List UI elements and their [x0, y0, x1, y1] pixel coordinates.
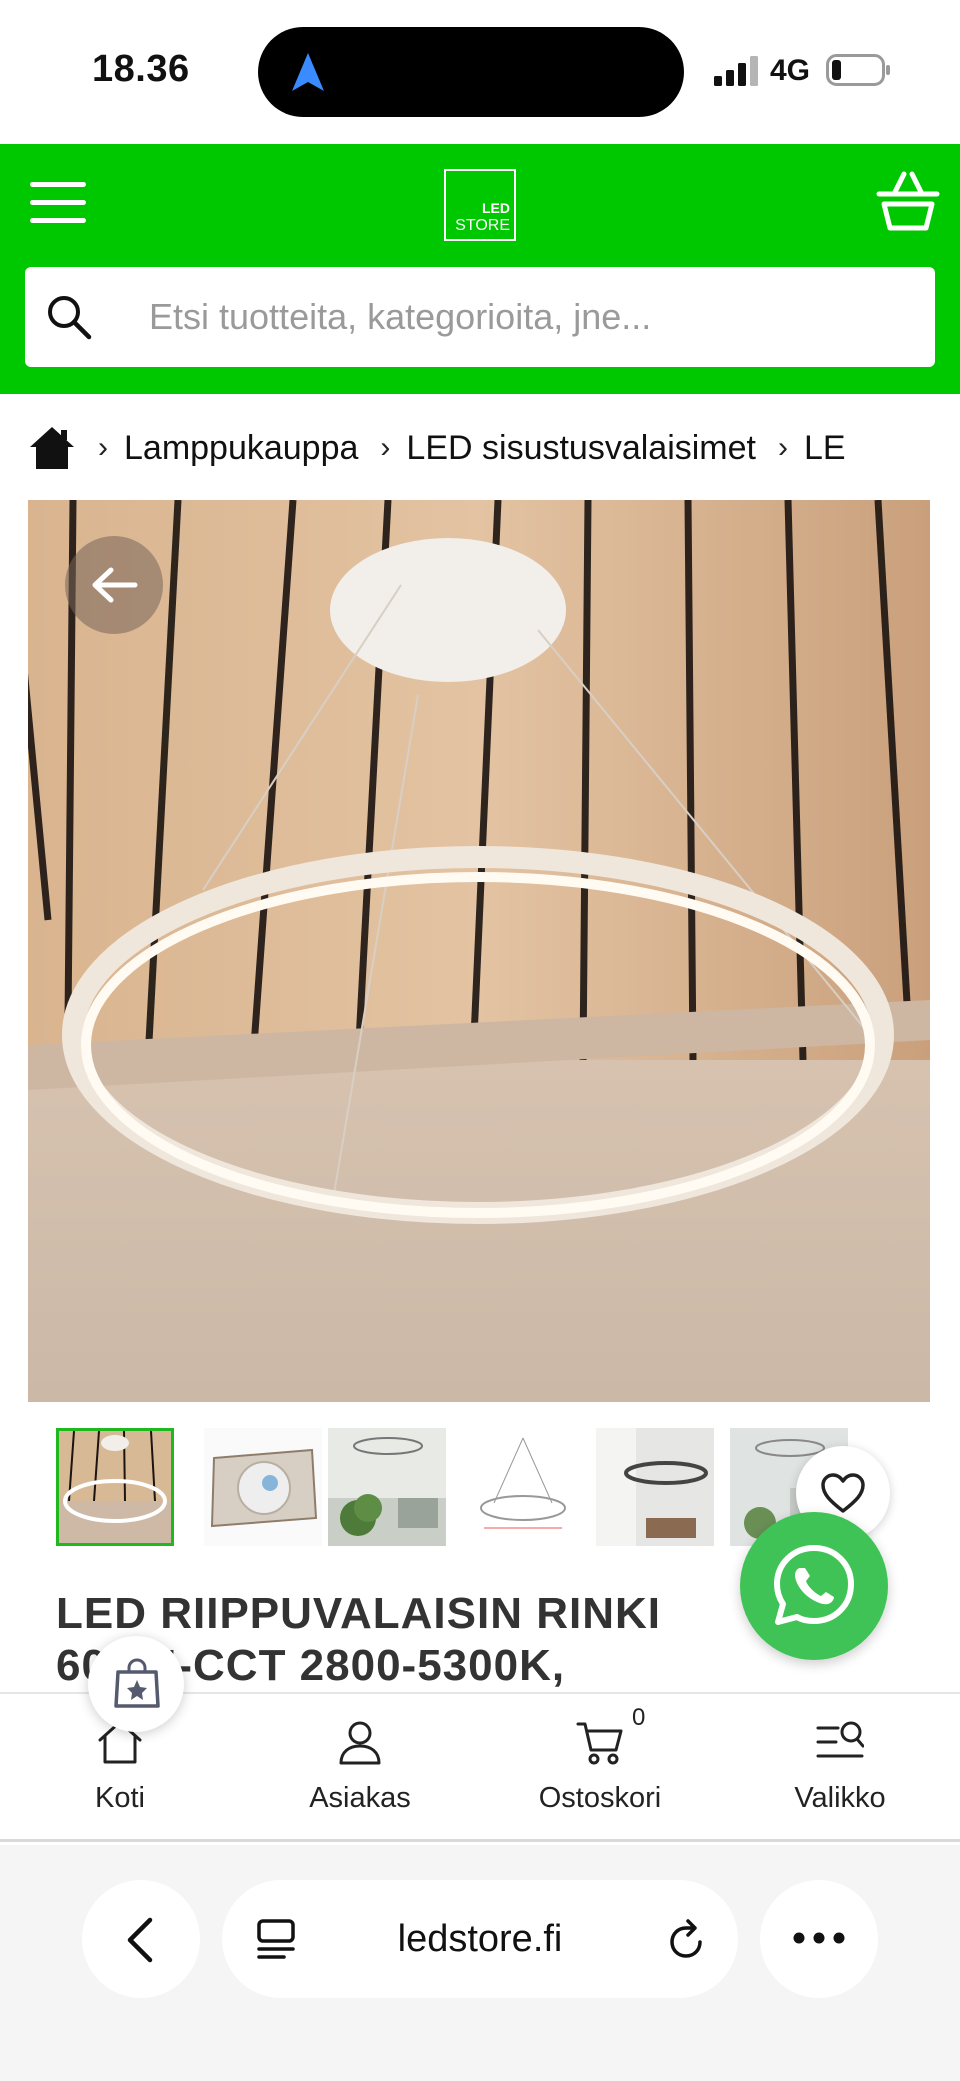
search-icon[interactable] [45, 293, 93, 341]
user-icon [339, 1721, 381, 1765]
thumbnail-3[interactable] [328, 1428, 446, 1546]
shopping-bag-icon [114, 1658, 160, 1708]
battery-icon [826, 54, 890, 86]
cart-count-badge: 0 [632, 1704, 646, 1731]
more-dots-icon [793, 1932, 845, 1944]
image-back-button[interactable] [65, 536, 163, 634]
browser-more-button[interactable] [760, 1880, 878, 1998]
thumbnail-2[interactable] [204, 1428, 322, 1546]
nav-label-asiakas: Asiakas [309, 1782, 411, 1814]
nav-label-koti: Koti [95, 1782, 145, 1814]
product-main-image[interactable] [28, 500, 930, 1402]
menu-icon[interactable] [30, 180, 86, 226]
dynamic-island [258, 27, 684, 117]
thumbnail-5[interactable] [596, 1428, 714, 1546]
search-box [25, 267, 935, 367]
nav-item-ostoskori[interactable]: 0 Ostoskori [480, 1694, 720, 1844]
browser-back-button[interactable] [82, 1880, 200, 1998]
arrow-left-icon [92, 567, 138, 603]
product-title-line-1: LED RIIPPUVALAISIN RINKI [56, 1589, 662, 1638]
network-label: 4G [770, 54, 811, 87]
search-input[interactable] [149, 267, 909, 367]
page: 18.36 4G LED STORE Etsi tuotteita, kateg… [0, 0, 960, 2081]
breadcrumb: › Lamppukauppa › LED sisustusvalaisimet … [28, 420, 960, 476]
menu-search-icon [816, 1721, 864, 1758]
logo-text-led: LED [482, 200, 510, 216]
whatsapp-icon [774, 1545, 854, 1625]
basket-icon[interactable] [876, 170, 940, 232]
url-text: ledstore.fi [397, 1918, 563, 1960]
breadcrumb-item-current[interactable]: LE [804, 429, 846, 468]
site-header: LED STORE [0, 144, 960, 394]
logo-text-store: STORE [455, 217, 510, 234]
browser-toolbar: ledstore.fi [0, 1845, 960, 2081]
site-logo[interactable]: LED STORE [444, 169, 516, 241]
whatsapp-chat-button[interactable] [740, 1512, 888, 1660]
breadcrumb-item-led-sisustusvalaisimet[interactable]: LED sisustusvalaisimet [406, 429, 756, 468]
signal-icon [714, 56, 758, 86]
pendant-ring-photo [28, 500, 930, 1402]
status-bar: 18.36 4G [0, 0, 960, 144]
status-time: 18.36 [92, 48, 190, 90]
breadcrumb-item-lamppukauppa[interactable]: Lamppukauppa [124, 429, 358, 468]
heart-icon [821, 1473, 865, 1513]
home-icon[interactable] [28, 425, 76, 471]
shopping-bag-button[interactable] [88, 1636, 184, 1732]
breadcrumb-separator: › [98, 431, 108, 464]
nav-item-asiakas[interactable]: Asiakas [240, 1694, 480, 1844]
reload-icon[interactable] [666, 1918, 708, 1960]
breadcrumb-separator: › [380, 431, 391, 464]
thumbnail-4[interactable] [464, 1428, 582, 1546]
thumbnail-1[interactable] [56, 1428, 174, 1546]
address-bar[interactable]: ledstore.fi [222, 1880, 738, 1998]
location-arrow-icon [292, 53, 324, 91]
nav-item-valikko[interactable]: Valikko [720, 1694, 960, 1844]
nav-label-ostoskori: Ostoskori [538, 1782, 662, 1814]
chevron-left-icon [127, 1917, 153, 1963]
nav-label-valikko: Valikko [794, 1782, 886, 1814]
cart-icon [576, 1722, 623, 1765]
breadcrumb-separator: › [777, 431, 788, 464]
